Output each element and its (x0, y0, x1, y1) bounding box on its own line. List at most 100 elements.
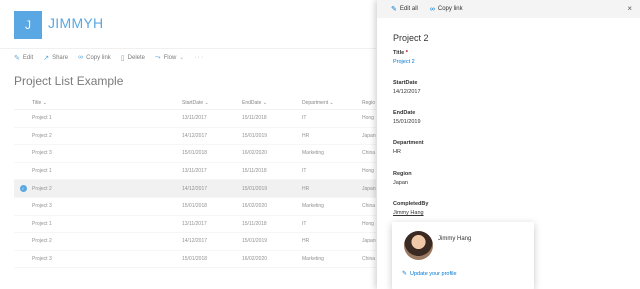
field-region: Region Japan (393, 171, 412, 186)
row-title: Project 3 (32, 256, 52, 263)
row-startdate: 15/01/2018 (182, 256, 208, 263)
row-enddate: 16/02/2020 (242, 256, 268, 263)
field-startdate: StartDate 14/12/2017 (393, 80, 421, 95)
field-startdate-label: StartDate (393, 80, 418, 86)
update-profile-link[interactable]: ✎ Update your profile (402, 270, 457, 278)
field-completedby: CompletedBy Jimmy Hang (393, 201, 428, 216)
row-title: Project 3 (32, 203, 52, 210)
profile-card-name: Jimmy Hang (438, 236, 472, 242)
row-department: Marketing (302, 203, 324, 210)
row-region: Japan (362, 132, 376, 139)
column-header-enddate[interactable]: EndDate ⌄ (242, 100, 302, 106)
row-startdate: 14/12/2017 (182, 238, 208, 245)
row-region: Hong (362, 168, 374, 175)
row-title: Project 1 (32, 168, 52, 175)
more-button[interactable]: ··· (194, 54, 204, 61)
row-startdate: 13/11/2017 (182, 115, 207, 122)
row-department: IT (302, 220, 307, 227)
row-title: Project 2 (32, 185, 52, 192)
delete-button[interactable]: ▯ Delete (121, 54, 145, 62)
column-header-startdate[interactable]: StartDate ⌄ (182, 100, 242, 106)
field-enddate: EndDate 15/01/2019 (393, 110, 421, 125)
table-row[interactable]: Project 2 14/12/2017 15/01/2019 HR Japan (14, 128, 376, 146)
row-region: China (362, 203, 376, 210)
row-enddate: 15/01/2019 (242, 185, 268, 192)
table-row[interactable]: Project 3 15/01/2018 16/02/2020 Marketing Ch… (14, 145, 376, 163)
list-grid: Title ⌄ StartDate ⌄ EndDate ⌄ Department… (14, 96, 376, 269)
field-title-value[interactable]: Project 2 (393, 59, 415, 65)
panel-copy-link-button[interactable]: ∞ Copy link (430, 6, 463, 13)
row-startdate: 14/12/2017 (182, 132, 208, 139)
row-title: Project 1 (32, 220, 52, 227)
share-icon: ↗ (43, 54, 50, 62)
field-department: Department HR (393, 140, 424, 155)
column-header-department[interactable]: Department ⌄ (302, 100, 362, 106)
pencil-icon: ✎ (402, 271, 408, 277)
row-title: Project 2 (32, 238, 52, 245)
field-enddate-label: EndDate (393, 110, 416, 116)
field-completedby-value[interactable]: Jimmy Hang (393, 210, 428, 216)
row-startdate: 14/12/2017 (182, 185, 208, 192)
row-region: China (362, 150, 376, 157)
table-row[interactable]: Project 1 13/11/2017 15/11/2018 IT Hong (14, 216, 376, 234)
field-title: Title * Project 2 (393, 50, 415, 65)
row-startdate: 13/11/2017 (182, 168, 207, 175)
row-title: Project 3 (32, 150, 52, 157)
row-enddate: 15/01/2019 (242, 238, 268, 245)
row-enddate: 16/02/2020 (242, 203, 268, 210)
row-department: HR (302, 238, 310, 245)
field-department-label: Department (393, 140, 424, 146)
close-icon[interactable]: × (627, 4, 632, 13)
row-region: Hong (362, 115, 374, 122)
row-enddate: 16/02/2020 (242, 150, 268, 157)
command-bar: ✎ Edit ↗ Share ∞ Copy link ▯ Delete ⤳ Fl… (0, 48, 376, 66)
copy-link-label: Copy link (86, 54, 111, 61)
flow-button[interactable]: ⤳ Flow ⌄ (155, 54, 184, 62)
column-header-region[interactable]: Regio (362, 100, 376, 106)
row-startdate: 13/11/2017 (182, 220, 207, 227)
list-title: Project List Example (14, 74, 124, 88)
row-department: IT (302, 115, 307, 122)
edit-label: Edit (22, 54, 34, 61)
column-header-title[interactable]: Title ⌄ (32, 100, 182, 106)
row-select-cell[interactable]: ✓ (14, 185, 32, 193)
profile-card: Jimmy Hang ✎ Update your profile (392, 222, 534, 289)
share-button[interactable]: ↗ Share (43, 54, 68, 62)
row-enddate: 15/11/2018 (242, 168, 267, 175)
table-row[interactable]: Project 3 15/01/2018 16/02/2020 Marketing Ch… (14, 251, 376, 269)
row-region: Japan (362, 185, 376, 192)
row-department: HR (302, 132, 310, 139)
row-startdate: 15/01/2018 (182, 150, 208, 157)
pencil-icon: ✎ (391, 6, 397, 13)
field-department-value[interactable]: HR (393, 149, 424, 155)
field-region-value[interactable]: Japan (393, 180, 412, 186)
edit-button[interactable]: ✎ Edit (14, 54, 33, 62)
table-row[interactable]: Project 2 14/12/2017 15/01/2019 HR Japan (14, 233, 376, 251)
edit-all-button[interactable]: ✎ Edit all (391, 5, 418, 13)
link-icon: ∞ (429, 5, 435, 13)
table-row[interactable]: ✓ Project 2 14/12/2017 15/01/2019 HR Japan (14, 180, 376, 198)
row-title: Project 1 (32, 115, 52, 122)
update-profile-label: Update your profile (410, 270, 457, 277)
row-region: Hong (362, 220, 374, 227)
site-logo[interactable]: J (14, 11, 42, 39)
row-region: Japan (362, 238, 376, 245)
share-label: Share (52, 54, 69, 61)
field-enddate-value[interactable]: 15/01/2019 (393, 119, 421, 125)
copy-link-button[interactable]: ∞ Copy link (78, 54, 111, 61)
row-region: China (362, 256, 376, 263)
flow-label: Flow (163, 54, 177, 61)
row-department: IT (302, 168, 307, 175)
row-startdate: 15/01/2018 (182, 203, 208, 210)
flow-icon: ⤳ (155, 53, 161, 61)
table-row[interactable]: Project 3 15/01/2018 16/02/2020 Marketing Ch… (14, 198, 376, 216)
table-row[interactable]: Project 1 13/11/2017 15/11/2018 IT Hong (14, 110, 376, 128)
field-title-label: Title * (393, 50, 408, 56)
site-title[interactable]: JIMMYH (48, 15, 103, 31)
field-completedby-label: CompletedBy (393, 201, 429, 207)
table-row[interactable]: Project 1 13/11/2017 15/11/2018 IT Hong (14, 163, 376, 181)
avatar (404, 231, 433, 260)
field-startdate-value[interactable]: 14/12/2017 (393, 89, 421, 95)
delete-label: Delete (127, 54, 145, 61)
edit-all-label: Edit all (399, 6, 418, 12)
